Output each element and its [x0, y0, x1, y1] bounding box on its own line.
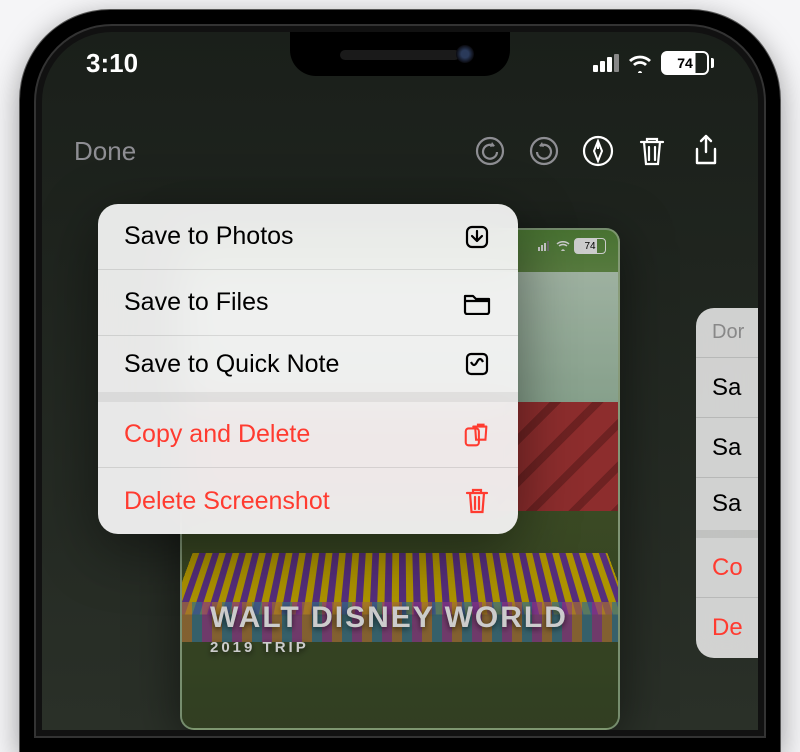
speaker-slot: [340, 50, 460, 60]
menu-save-to-files[interactable]: Save to Files: [98, 270, 518, 336]
thumbnail-subtitle: 2019 TRIP: [210, 639, 568, 656]
battery-percent: 74: [677, 55, 693, 71]
markup-toolbar: Done: [42, 124, 758, 178]
thumbnail-title: WALT DISNEY WORLD: [210, 601, 568, 635]
status-icons: 74: [593, 51, 714, 75]
folder-icon: [462, 288, 492, 318]
peek-done: Dor: [696, 308, 758, 358]
menu-label: Save to Quick Note: [124, 350, 339, 379]
peek-item: Sa: [696, 418, 758, 478]
battery-indicator: 74: [661, 51, 714, 75]
cellular-signal-icon: [593, 54, 619, 72]
thumbnail-battery: 74: [574, 238, 606, 254]
wifi-icon: [556, 241, 570, 251]
menu-copy-and-delete[interactable]: Copy and Delete: [98, 402, 518, 468]
screen: 3:10 74 Done: [42, 32, 758, 730]
copy-delete-icon: [462, 420, 492, 450]
redo-button[interactable]: [524, 131, 564, 171]
notch: [290, 32, 510, 76]
trash-button[interactable]: [632, 131, 672, 171]
peek-item: Sa: [696, 358, 758, 418]
menu-label: Copy and Delete: [124, 420, 310, 449]
peek-item: Co: [696, 538, 758, 598]
signal-icon: [538, 241, 552, 251]
menu-label: Save to Files: [124, 288, 269, 317]
menu-save-to-quick-note[interactable]: Save to Quick Note: [98, 336, 518, 402]
done-button[interactable]: Done: [74, 136, 136, 167]
peek-item: Sa: [696, 478, 758, 538]
thumbnail-status-bar: 74: [538, 238, 606, 254]
status-time: 3:10: [86, 48, 138, 79]
quick-note-icon: [462, 349, 492, 379]
trash-icon: [462, 486, 492, 516]
save-to-photos-icon: [462, 222, 492, 252]
thumbnail-caption: WALT DISNEY WORLD 2019 TRIP: [210, 601, 568, 656]
menu-save-to-photos[interactable]: Save to Photos: [98, 204, 518, 270]
menu-delete-screenshot[interactable]: Delete Screenshot: [98, 468, 518, 534]
device-bezel: 3:10 74 Done: [34, 24, 766, 738]
undo-button[interactable]: [470, 131, 510, 171]
share-context-menu: Save to Photos Save to Files Save to Qui…: [98, 204, 518, 534]
device-frame: 3:10 74 Done: [20, 10, 780, 752]
share-button[interactable]: [686, 131, 726, 171]
markup-pen-button[interactable]: [578, 131, 618, 171]
front-camera: [456, 45, 474, 63]
menu-label: Save to Photos: [124, 222, 294, 251]
nested-menu-peek: Dor Sa Sa Sa Co De: [696, 308, 758, 658]
menu-label: Delete Screenshot: [124, 487, 330, 516]
peek-item: De: [696, 598, 758, 658]
wifi-icon: [627, 53, 653, 73]
